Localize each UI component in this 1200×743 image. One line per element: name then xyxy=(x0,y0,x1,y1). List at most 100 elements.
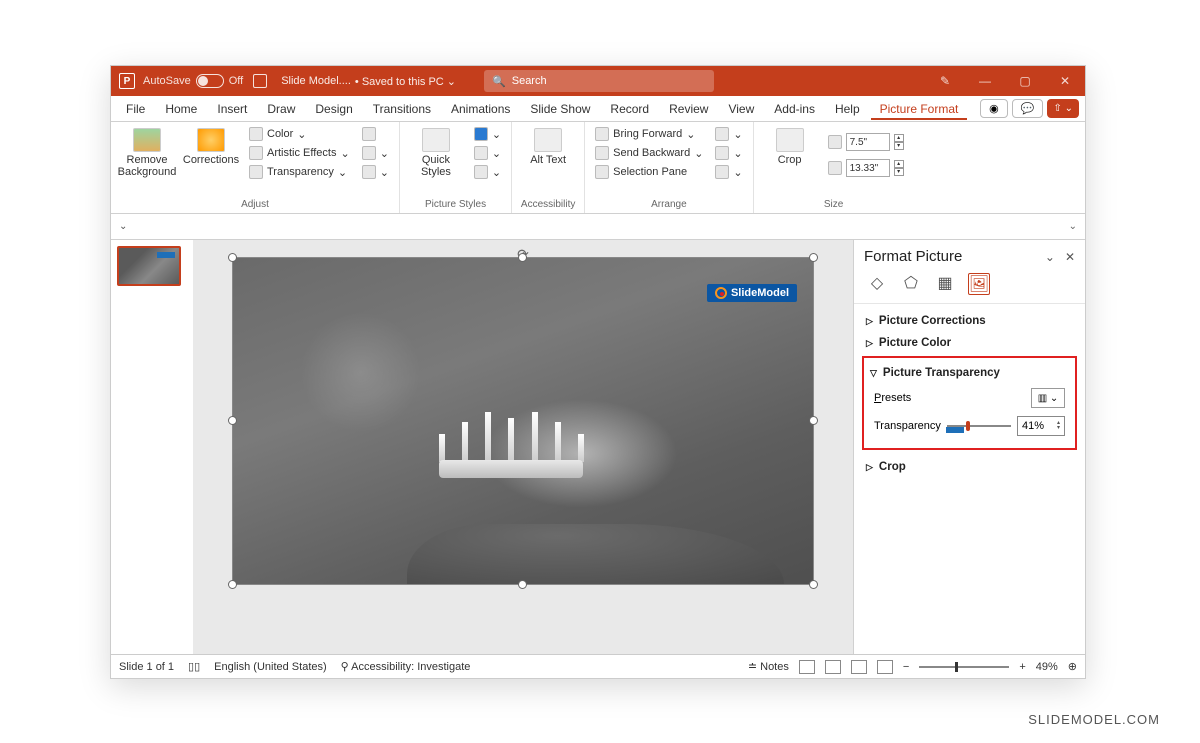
align-button[interactable]: ⌄ xyxy=(713,126,744,142)
collapse-chevron-icon[interactable]: ⌄ xyxy=(119,221,127,232)
ribbon-group-size: Crop 7.5"▴▾ 13.33"▴▾ Size xyxy=(754,122,914,213)
page-branding: SLIDEMODEL.COM xyxy=(1028,712,1160,727)
document-title-area[interactable]: Slide Model.... • Saved to this PC ⌄ xyxy=(281,75,456,88)
fp-tab-effects[interactable]: ⬠ xyxy=(900,273,922,295)
tab-animations[interactable]: Animations xyxy=(442,98,519,120)
tab-insert[interactable]: Insert xyxy=(208,98,256,120)
zoom-in-button[interactable]: + xyxy=(1019,661,1025,673)
ink-icon[interactable]: ✎ xyxy=(925,66,965,96)
resize-handle-b[interactable] xyxy=(518,580,527,589)
powerpoint-icon: P xyxy=(119,73,135,89)
close-button[interactable]: ✕ xyxy=(1045,66,1085,96)
resize-handle-tl[interactable] xyxy=(228,253,237,262)
tab-draw[interactable]: Draw xyxy=(258,98,304,120)
resize-handle-tr[interactable] xyxy=(809,253,818,262)
slideshow-view-button[interactable] xyxy=(877,660,893,674)
slide-thumbnail-1[interactable] xyxy=(117,246,181,286)
maximize-button[interactable]: ▢ xyxy=(1005,66,1045,96)
tab-record[interactable]: Record xyxy=(601,98,658,120)
zoom-out-button[interactable]: − xyxy=(903,661,909,673)
workspace: 1 ⟳ SlideModel xyxy=(111,240,1085,654)
presets-dropdown[interactable]: ▥ ⌄ xyxy=(1031,388,1065,408)
tab-file[interactable]: File xyxy=(117,98,154,120)
zoom-level[interactable]: 49% xyxy=(1036,661,1058,673)
tab-addins[interactable]: Add-ins xyxy=(765,98,824,120)
rotate-button[interactable]: ⌄ xyxy=(713,164,744,180)
autosave-toggle[interactable]: AutoSave Off xyxy=(143,74,243,88)
fp-tab-size[interactable]: ▦ xyxy=(934,273,956,295)
book-icon[interactable]: ▯▯ xyxy=(188,660,200,673)
resize-handle-t[interactable] xyxy=(518,253,527,262)
picture-effects-button[interactable]: ⌄ xyxy=(472,145,503,161)
transparency-button[interactable]: Transparency ⌄ xyxy=(247,164,352,180)
fp-tab-fill[interactable]: ◇ xyxy=(866,273,888,295)
picture-border-button[interactable]: ⌄ xyxy=(472,126,503,142)
tab-transitions[interactable]: Transitions xyxy=(364,98,440,120)
tab-picture-format[interactable]: Picture Format xyxy=(871,98,968,120)
tab-home[interactable]: Home xyxy=(156,98,206,120)
ribbon-options-chevron[interactable]: ⌄ xyxy=(1069,221,1085,232)
share-button[interactable]: ⇧ ⌄ xyxy=(1047,99,1079,118)
tab-design[interactable]: Design xyxy=(306,98,361,120)
effects-icon xyxy=(249,146,263,160)
reset-picture-button[interactable]: ⌄ xyxy=(360,164,391,180)
accessibility-status[interactable]: ⚲ Accessibility: Investigate xyxy=(341,660,471,673)
group-button[interactable]: ⌄ xyxy=(713,145,744,161)
slide-canvas[interactable]: ⟳ SlideModel xyxy=(193,240,853,654)
tab-slideshow[interactable]: Slide Show xyxy=(521,98,599,120)
section-picture-transparency[interactable]: ▽Picture Transparency xyxy=(868,362,1071,384)
resize-handle-r[interactable] xyxy=(809,416,818,425)
compress-button[interactable] xyxy=(360,126,391,142)
reading-view-button[interactable] xyxy=(851,660,867,674)
tab-view[interactable]: View xyxy=(719,98,763,120)
fp-tab-picture[interactable]: 🖼 xyxy=(968,273,990,295)
search-input[interactable]: 🔍 Search xyxy=(484,70,714,92)
format-picture-pane: Format Picture ⌄ ✕ ◇ ⬠ ▦ 🖼 ▷Picture Corr… xyxy=(853,240,1085,654)
picture-layout-button[interactable]: ⌄ xyxy=(472,164,503,180)
crop-button[interactable]: Crop xyxy=(762,126,818,166)
normal-view-button[interactable] xyxy=(799,660,815,674)
height-input[interactable]: 7.5"▴▾ xyxy=(826,132,906,152)
pane-close-button[interactable]: ✕ xyxy=(1065,250,1075,264)
width-spinner[interactable]: ▴▾ xyxy=(894,160,904,176)
height-spinner[interactable]: ▴▾ xyxy=(894,134,904,150)
resize-handle-l[interactable] xyxy=(228,416,237,425)
sorter-view-button[interactable] xyxy=(825,660,841,674)
transparency-value-input[interactable]: 41% ▴▾ xyxy=(1017,416,1065,436)
pane-options-chevron[interactable]: ⌄ xyxy=(1045,250,1055,264)
remove-background-button[interactable]: Remove Background xyxy=(119,126,175,178)
fit-to-window-button[interactable]: ⊕ xyxy=(1068,660,1077,673)
bring-forward-button[interactable]: Bring Forward ⌄ xyxy=(593,126,705,142)
send-backward-button[interactable]: Send Backward ⌄ xyxy=(593,145,705,161)
transparency-slider[interactable] xyxy=(947,419,1011,433)
minimize-button[interactable]: — xyxy=(965,66,1005,96)
quick-styles-button[interactable]: Quick Styles xyxy=(408,126,464,178)
tab-help[interactable]: Help xyxy=(826,98,869,120)
width-input[interactable]: 13.33"▴▾ xyxy=(826,158,906,178)
artistic-effects-button[interactable]: Artistic Effects ⌄ xyxy=(247,145,352,161)
section-picture-color[interactable]: ▷Picture Color xyxy=(858,332,1081,354)
color-button[interactable]: Color ⌄ xyxy=(247,126,352,142)
resize-handle-bl[interactable] xyxy=(228,580,237,589)
alt-text-button[interactable]: Alt Text xyxy=(520,126,576,166)
chevron-right-icon: ▷ xyxy=(866,316,873,327)
change-picture-button[interactable]: ⌄ xyxy=(360,145,391,161)
resize-handle-br[interactable] xyxy=(809,580,818,589)
save-icon[interactable] xyxy=(253,74,267,88)
chevron-right-icon: ▷ xyxy=(866,462,873,473)
comments-button[interactable]: 💬 xyxy=(1012,99,1044,118)
slide-counter[interactable]: Slide 1 of 1 xyxy=(119,661,174,673)
section-crop[interactable]: ▷Crop xyxy=(858,456,1081,478)
zoom-slider[interactable] xyxy=(919,666,1009,668)
corrections-button[interactable]: Corrections xyxy=(183,126,239,166)
transparency-label: Transparency xyxy=(874,420,941,432)
transparency-spinner[interactable]: ▴▾ xyxy=(1057,421,1060,431)
camera-button[interactable]: ◉ xyxy=(980,99,1008,118)
tab-review[interactable]: Review xyxy=(660,98,717,120)
slide-content[interactable]: SlideModel xyxy=(233,258,813,584)
language-status[interactable]: English (United States) xyxy=(214,661,327,673)
selection-pane-button[interactable]: Selection Pane xyxy=(593,164,705,180)
notes-button[interactable]: ≐ Notes xyxy=(748,660,789,673)
section-picture-corrections[interactable]: ▷Picture Corrections xyxy=(858,310,1081,332)
window-controls: ✎ — ▢ ✕ xyxy=(925,66,1085,96)
